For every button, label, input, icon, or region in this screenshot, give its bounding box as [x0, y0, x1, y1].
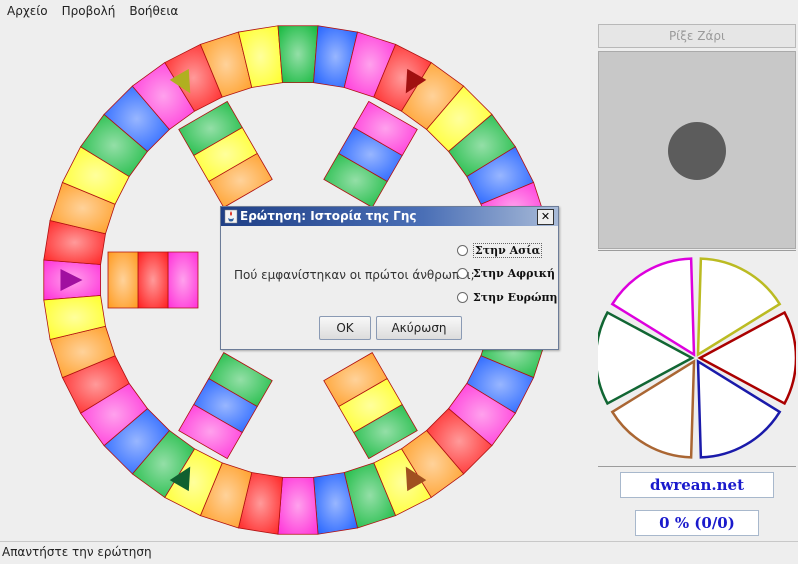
- dice-pip: [668, 122, 726, 180]
- cancel-button[interactable]: Ακύρωση: [376, 316, 462, 340]
- divider: [598, 250, 796, 251]
- board-square: [277, 476, 319, 535]
- spoke-square: [107, 251, 139, 309]
- score-pie: [598, 257, 796, 459]
- radio-button[interactable]: [457, 292, 468, 303]
- answer-label: Στην Αφρική: [473, 267, 556, 280]
- answer-label: Στην Ασία: [473, 243, 543, 258]
- menu-bar: Αρχείο Προβολή Βοήθεια: [0, 0, 798, 22]
- question-text: Πού εμφανίστηκαν οι πρώτοι άνθρωποι;: [234, 268, 475, 282]
- board-square: [277, 25, 319, 84]
- spoke-square: [137, 251, 169, 309]
- divider: [598, 466, 796, 467]
- java-icon: [224, 209, 238, 224]
- menu-view[interactable]: Προβολή: [55, 4, 123, 18]
- radio-button[interactable]: [457, 245, 468, 256]
- spoke-square: [167, 251, 199, 309]
- radio-button[interactable]: [457, 268, 468, 279]
- site-label: dwrean.net: [620, 472, 774, 498]
- status-bar: Απαντήστε την ερώτηση: [0, 541, 798, 564]
- answer-option-3[interactable]: Στην Ευρώπη: [457, 291, 558, 304]
- score-percent: 0 % (0/0): [635, 510, 759, 536]
- dialog-title: Ερώτηση: Ιστορία της Γης: [240, 209, 417, 223]
- close-button[interactable]: ✕: [537, 209, 554, 225]
- ok-button[interactable]: OK: [319, 316, 371, 340]
- answer-label: Στην Ευρώπη: [473, 291, 558, 304]
- answer-option-2[interactable]: Στην Αφρική: [457, 267, 555, 280]
- answer-option-1[interactable]: Στην Ασία: [457, 243, 543, 258]
- side-panel: Ρίξε Ζάρι dwrean.net 0 % (0/0): [596, 22, 798, 540]
- dialog-titlebar[interactable]: Ερώτηση: Ιστορία της Γης ✕: [221, 207, 558, 226]
- menu-file[interactable]: Αρχείο: [0, 4, 55, 18]
- roll-dice-button[interactable]: Ρίξε Ζάρι: [598, 24, 796, 48]
- question-dialog: Ερώτηση: Ιστορία της Γης ✕ Πού εμφανίστη…: [220, 206, 559, 350]
- menu-help[interactable]: Βοήθεια: [122, 4, 185, 18]
- dice-display: [598, 51, 796, 249]
